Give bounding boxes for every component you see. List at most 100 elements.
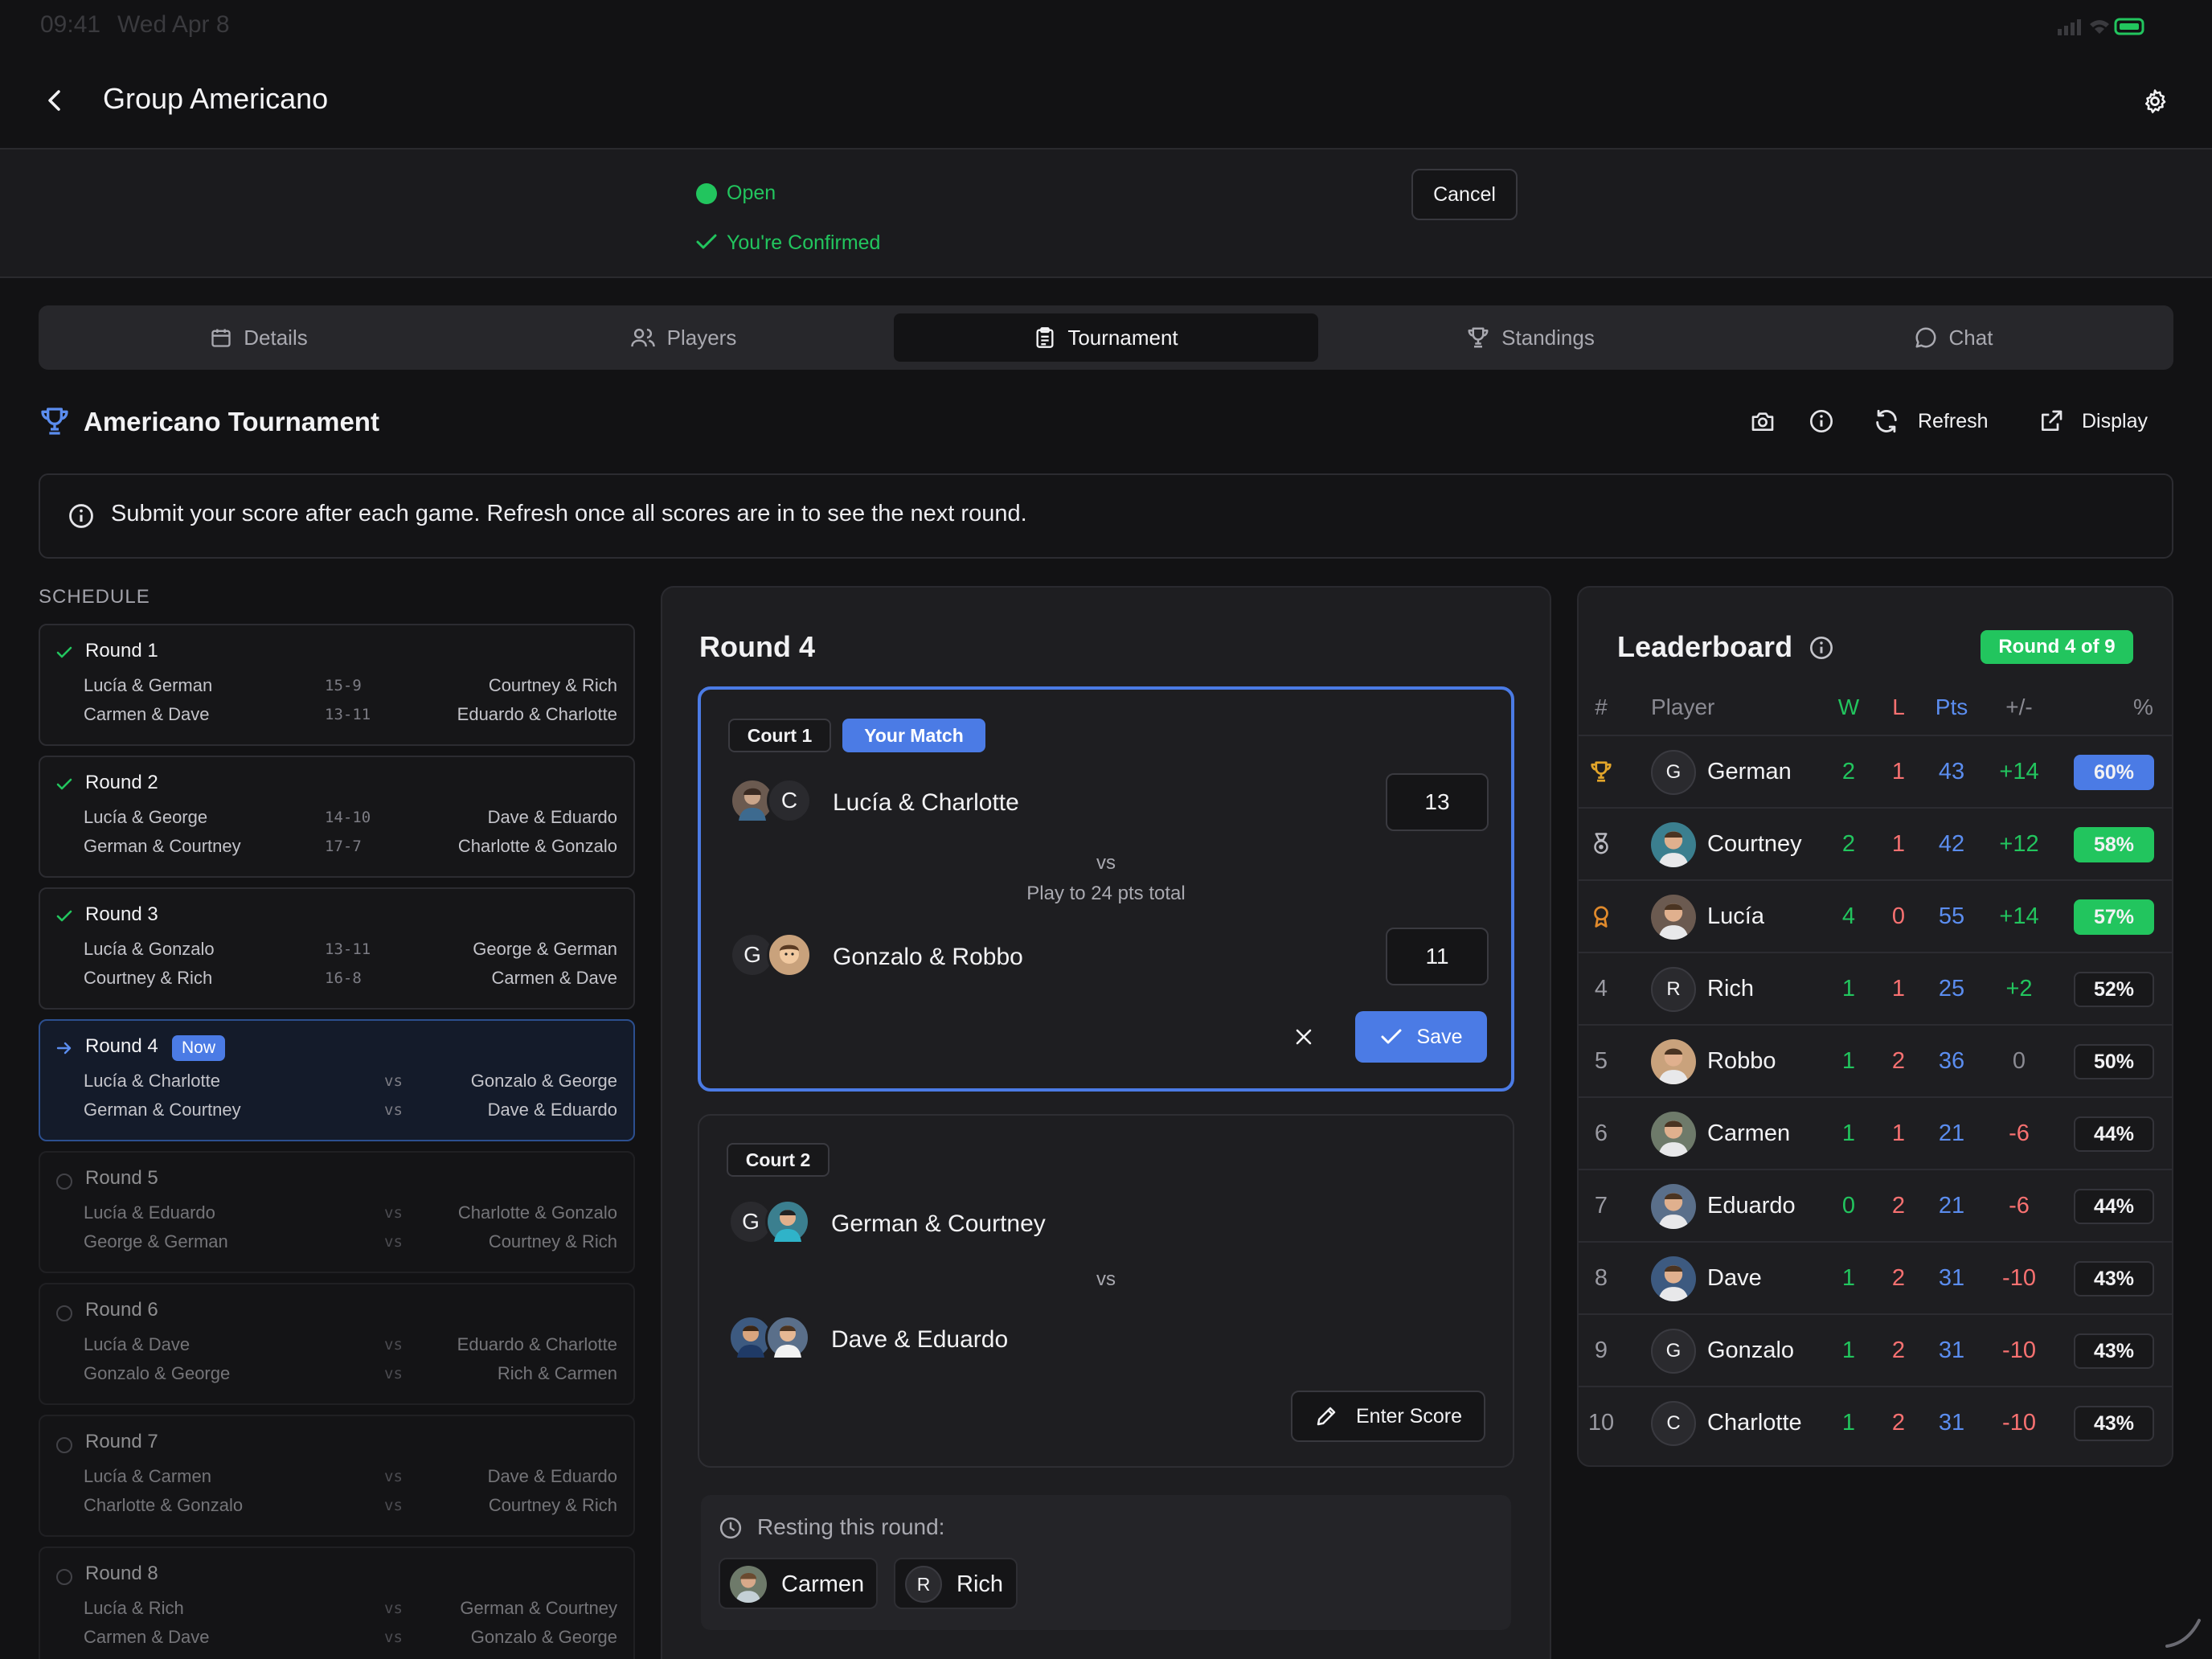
- round-card[interactable]: Round 7 Lucía & Carmen vs Dave & Eduardo C…: [39, 1415, 635, 1537]
- team-b: Rich & Carmen: [497, 1363, 617, 1383]
- leaderboard-row[interactable]: 7 Eduardo 0 2 21 -6 44%: [1579, 1169, 2172, 1241]
- team-a: Carmen & Dave: [84, 704, 210, 724]
- leaderboard-row[interactable]: 5 Robbo 1 2 36 0 50%: [1579, 1024, 2172, 1096]
- clock-icon: [719, 1517, 742, 1539]
- team-b: Eduardo & Charlotte: [457, 1334, 617, 1354]
- back-chevron-icon[interactable]: [45, 88, 64, 113]
- pencil-icon: [1317, 1407, 1336, 1426]
- settings-gear-icon[interactable]: [2141, 88, 2169, 115]
- player-name: Gonzalo: [1707, 1337, 1795, 1363]
- status-open-label: Open: [727, 182, 776, 204]
- team-a-score-input[interactable]: 13: [1386, 773, 1489, 831]
- match-score: 13-11: [325, 706, 371, 723]
- round-pending-circle-icon: [56, 1305, 72, 1321]
- court-2-team-a: German & Courtney: [831, 1210, 1046, 1237]
- medal-icon: [1579, 809, 1624, 879]
- round-card[interactable]: Round 3 Lucía & Gonzalo 13-11 George & Ger…: [39, 887, 635, 1010]
- resting-player-chip: Carmen: [719, 1558, 878, 1609]
- leaderboard-info-icon[interactable]: [1809, 635, 1834, 661]
- round-card[interactable]: Round 5 Lucía & Eduardo vs Charlotte & Gon…: [39, 1151, 635, 1273]
- discard-x-icon[interactable]: [1294, 1027, 1313, 1047]
- round-card[interactable]: Round 1 Lucía & German 15-9 Courtney & Ric…: [39, 624, 635, 746]
- leaderboard-row[interactable]: G German 2 1 43 +14 60%: [1579, 735, 2172, 807]
- player-name: Rich: [1707, 975, 1755, 1002]
- match-score: 17-7: [325, 838, 362, 855]
- round-card[interactable]: Round 8 Lucía & Rich vs German & Courtney …: [39, 1546, 635, 1659]
- player-avatar-photo: [765, 1315, 810, 1360]
- player-name: German: [1707, 758, 1792, 784]
- leaderboard-header: # Player W L Pts +/- %: [1579, 694, 2172, 733]
- leaderboard-row[interactable]: Lucía 4 0 55 +14 57%: [1579, 879, 2172, 952]
- court-2-label: Court 2: [727, 1143, 830, 1177]
- wins-value: 4: [1841, 903, 1856, 929]
- points-value: 25: [1938, 975, 1965, 1002]
- resting-player-name: Carmen: [781, 1571, 865, 1597]
- refresh-button[interactable]: Refresh: [1873, 405, 1989, 437]
- losses-value: 1: [1891, 830, 1906, 857]
- tab-players[interactable]: Players: [471, 313, 895, 362]
- leaderboard-row[interactable]: Courtney 2 1 42 +12 58%: [1579, 807, 2172, 879]
- cancel-button[interactable]: Cancel: [1411, 169, 1518, 220]
- player-avatar-initial: G: [1651, 750, 1696, 795]
- team-a: Charlotte & Gonzalo: [84, 1495, 244, 1515]
- round-card-current[interactable]: Round 4 Now Lucía & Charlotte vs Gonzalo &…: [39, 1019, 635, 1141]
- external-link-icon: [2042, 410, 2062, 431]
- round-card[interactable]: Round 2 Lucía & George 14-10 Dave & Eduard…: [39, 756, 635, 878]
- team-b: Dave & Eduardo: [487, 1466, 617, 1486]
- camera-icon[interactable]: [1749, 408, 1776, 434]
- tab-tournament[interactable]: Tournament: [894, 313, 1318, 362]
- page-title: Group Americano: [103, 82, 329, 115]
- leaderboard-row[interactable]: 10 C Charlotte 1 2 31 -10 43%: [1579, 1386, 2172, 1458]
- tab-details[interactable]: Details: [47, 313, 471, 362]
- diff-value: -10: [2002, 1264, 2036, 1291]
- match-score: 16-8: [325, 969, 362, 987]
- col-diff: +/-: [2005, 694, 2033, 719]
- enter-score-button[interactable]: Enter Score: [1291, 1391, 1485, 1442]
- match-vs: vs: [384, 1072, 403, 1090]
- round-done-check-icon: [56, 910, 72, 922]
- player-avatar-photo: [1651, 822, 1696, 867]
- player-avatar-initial: R: [905, 1566, 942, 1603]
- team-b-score-input[interactable]: 11: [1386, 928, 1489, 985]
- tab-chat[interactable]: Chat: [1741, 313, 2165, 362]
- win-percent-badge: 50%: [2074, 1044, 2154, 1079]
- win-percent-badge: 43%: [2074, 1333, 2154, 1369]
- round-done-check-icon: [56, 778, 72, 790]
- match-score: 14-10: [325, 809, 371, 826]
- leaderboard-row[interactable]: 4 R Rich 1 1 25 +2 52%: [1579, 952, 2172, 1024]
- court-2-card: Court 2 G German & Courtney vs Dave & Ed…: [698, 1114, 1514, 1468]
- match-vs: vs: [384, 1600, 403, 1617]
- losses-value: 2: [1891, 1337, 1906, 1363]
- signal-wifi-battery-icon: [2058, 18, 2144, 35]
- team-b: Charlotte & Gonzalo: [457, 1202, 617, 1223]
- trophy-icon: [1468, 327, 1489, 348]
- leaderboard-row[interactable]: 8 Dave 1 2 31 -10 43%: [1579, 1241, 2172, 1313]
- diff-value: -6: [2009, 1120, 2030, 1146]
- match-score: 13-11: [325, 940, 371, 958]
- trophy-icon: [1579, 736, 1624, 807]
- points-value: 36: [1938, 1047, 1965, 1074]
- clipboard-icon: [1036, 327, 1054, 348]
- rank-number: 5: [1594, 1047, 1608, 1074]
- points-value: 31: [1938, 1409, 1965, 1436]
- round-pending-circle-icon: [56, 1437, 72, 1453]
- display-label: Display: [2082, 409, 2148, 432]
- points-value: 21: [1938, 1192, 1965, 1219]
- team-b: Courtney & Rich: [488, 675, 617, 695]
- player-avatar-initial: R: [1651, 967, 1696, 1012]
- chat-icon: [1915, 327, 1936, 348]
- top-bar: Group Americano: [0, 51, 2212, 150]
- display-button[interactable]: Display: [2038, 405, 2148, 437]
- leaderboard-row[interactable]: 9 G Gonzalo 1 2 31 -10 43%: [1579, 1313, 2172, 1386]
- leaderboard-row[interactable]: 6 Carmen 1 1 21 -6 44%: [1579, 1096, 2172, 1169]
- points-value: 55: [1938, 903, 1965, 929]
- save-button[interactable]: Save: [1355, 1011, 1487, 1063]
- tab-standings[interactable]: Standings: [1318, 313, 1743, 362]
- round-title-main: Round 4: [699, 630, 815, 663]
- points-value: 43: [1938, 758, 1965, 784]
- col-points: Pts: [1935, 694, 1968, 719]
- round-card[interactable]: Round 6 Lucía & Dave vs Eduardo & Charlott…: [39, 1283, 635, 1405]
- info-icon[interactable]: [1809, 408, 1834, 434]
- rank-number: 6: [1594, 1120, 1608, 1146]
- points-value: 31: [1938, 1337, 1965, 1363]
